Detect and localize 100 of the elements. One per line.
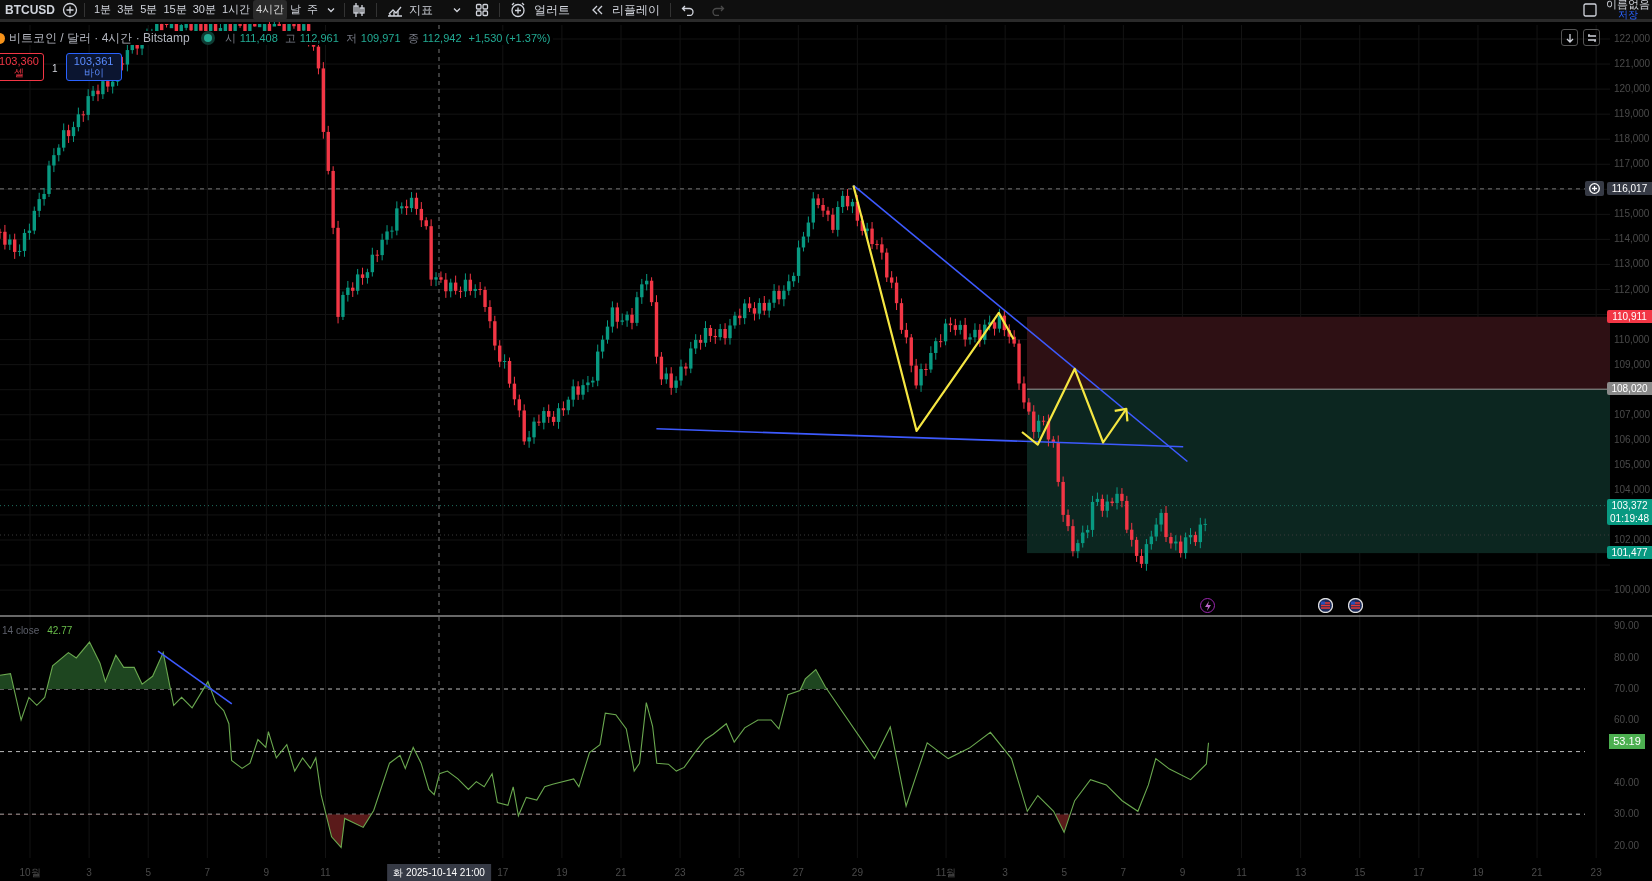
sell-button[interactable]: 103,360 셀 <box>0 53 44 81</box>
price-axis-label: 122,000 <box>1614 34 1651 44</box>
ohlc-label: 종 <box>407 31 419 45</box>
price-label: 108,020 <box>1607 382 1652 396</box>
time-axis-label: 9 <box>1179 868 1186 878</box>
ohlc-label: 고 <box>284 31 296 45</box>
arrow-down-icon <box>1564 32 1575 43</box>
price-axis-label: 106,000 <box>1614 434 1651 445</box>
price-axis-label: 118,000 <box>1614 134 1650 145</box>
price-axis-label: 121,000 <box>1614 59 1651 70</box>
buy-button[interactable]: 103,361 바이 <box>65 53 122 81</box>
price-label: 103,372 01:19:48 <box>1607 498 1652 525</box>
indicators-button[interactable]: 지표 <box>387 0 434 19</box>
time-axis-label: 19 <box>556 868 568 878</box>
time-axis-label: 23 <box>1590 868 1602 878</box>
rsi-axis-label: 70.00 <box>1614 684 1640 694</box>
interval-button[interactable]: 1시간 <box>218 0 253 20</box>
layout-name[interactable]: 이름없음 <box>1606 0 1650 10</box>
price-axis-label: 105,000 <box>1614 459 1651 470</box>
scroll-to-latest-button[interactable] <box>1561 29 1578 46</box>
time-axis-label: 17 <box>497 868 509 878</box>
alarm-clock-icon <box>510 1 527 18</box>
ohlc-label: 시 <box>224 31 236 45</box>
interval-button[interactable]: 1분 <box>91 0 115 20</box>
ohlc-value: 112,942 <box>422 31 462 45</box>
time-axis-label: 7 <box>204 868 211 878</box>
rsi-value-label: 53.19 <box>1609 733 1645 749</box>
ohlc-value: 111,408 <box>239 31 278 45</box>
time-axis-label: 7 <box>1120 868 1127 878</box>
interval-button[interactable]: 주 <box>304 0 322 20</box>
flag-icon[interactable] <box>1318 598 1333 613</box>
time-axis-label: 21 <box>1531 868 1543 878</box>
interval-button[interactable]: 5분 <box>137 0 161 20</box>
price-axis-label: 109,000 <box>1614 359 1651 370</box>
time-axis-label: 19 <box>1472 868 1484 878</box>
interval-button[interactable]: 15분 <box>160 0 190 20</box>
square-icon[interactable] <box>1583 2 1597 17</box>
rewind-icon <box>590 3 605 16</box>
time-axis-label: 5 <box>1061 868 1068 878</box>
time-axis-label: 11 <box>1236 868 1247 878</box>
price-axis-label: 100,000 <box>1614 585 1651 596</box>
time-axis-label: 3 <box>86 868 92 878</box>
price-axis-label: 104,000 <box>1614 484 1651 495</box>
layout-grid-icon[interactable] <box>475 2 490 17</box>
ohlc-label: 저 <box>345 31 357 45</box>
symbol-title: 비트코인 / 달러 · 4시간 · Bitstamp <box>9 31 190 45</box>
price-label: 116,017 <box>1607 181 1652 195</box>
price-axis-label: 107,000 <box>1614 409 1651 420</box>
time-axis-label: 23 <box>674 868 686 878</box>
indicator-name: 14 close <box>2 626 40 636</box>
add-alert-button[interactable] <box>1585 180 1604 196</box>
auto-scale-button[interactable] <box>1583 29 1600 46</box>
time-axis-label: 9 <box>263 868 270 878</box>
rsi-axis-label: 90.00 <box>1614 621 1640 632</box>
indicator-value: 42.77 <box>47 626 73 636</box>
time-axis-label: 15 <box>1354 868 1366 878</box>
price-axis-label: 115,000 <box>1614 209 1650 220</box>
time-axis-label: 11월 <box>935 868 957 878</box>
time-axis-label: 3 <box>1002 868 1008 878</box>
price-axis-label: 113,000 <box>1614 259 1650 270</box>
time-axis-label: 11 <box>320 868 331 878</box>
bolt-icon <box>1203 600 1212 611</box>
price-axis-label: 119,000 <box>1614 109 1650 120</box>
price-axis-label: 117,000 <box>1614 159 1650 170</box>
time-axis-label: 17 <box>1413 868 1425 878</box>
price-axis-label: 102,000 <box>1614 535 1651 545</box>
rsi-axis-label: 30.00 <box>1614 809 1640 820</box>
time-axis-label: 5 <box>145 868 151 878</box>
price-axis-label: 114,000 <box>1614 234 1650 245</box>
time-axis-label: 27 <box>792 868 804 878</box>
interval-button[interactable]: 4시간 <box>253 0 288 20</box>
order-quantity[interactable]: 1 <box>52 53 58 76</box>
rsi-axis-label: 20.00 <box>1614 840 1640 851</box>
interval-button[interactable]: 3분 <box>114 0 138 20</box>
alert-button[interactable]: 얼러트 <box>510 0 571 19</box>
ohlc-value: 109,971 <box>360 31 401 45</box>
time-axis-label: 25 <box>733 868 745 878</box>
market-status-icon <box>203 34 212 42</box>
rsi-axis-label: 40.00 <box>1614 777 1640 788</box>
add-symbol-icon[interactable] <box>62 1 78 18</box>
flag-icon[interactable] <box>1348 598 1363 613</box>
interval-button[interactable]: 30분 <box>189 0 219 20</box>
price-label: 101,477 <box>1607 546 1652 560</box>
price-axis-label: 120,000 <box>1614 84 1651 95</box>
symbol-name[interactable]: BTCUSD <box>0 0 62 19</box>
time-axis-label: 29 <box>851 868 863 878</box>
undo-icon[interactable] <box>681 3 696 16</box>
replay-button[interactable]: 리플레이 <box>590 0 661 19</box>
ohlc-value: 112,961 <box>299 31 339 45</box>
rsi-axis-label: 60.00 <box>1614 715 1640 726</box>
plus-circle-icon <box>1589 182 1600 194</box>
time-axis-label: 10월 <box>19 868 41 878</box>
price-axis-label: 112,000 <box>1614 284 1650 295</box>
interval-button[interactable]: 날 <box>287 0 305 20</box>
price-change: +1,530 (+1.37%) <box>468 31 551 45</box>
time-axis-label: 21 <box>615 868 627 878</box>
save-link[interactable]: 저장 <box>1618 10 1638 20</box>
price-label: 110,911 <box>1607 309 1652 323</box>
candlestick-icon[interactable] <box>352 1 367 18</box>
rsi-axis-label: 80.00 <box>1614 652 1640 663</box>
